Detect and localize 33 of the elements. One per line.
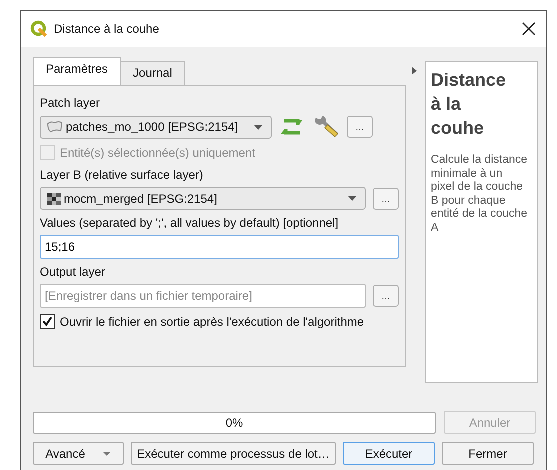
caret-icon bbox=[103, 452, 112, 456]
polygon-layer-icon bbox=[47, 121, 63, 133]
browse-button[interactable]: … bbox=[373, 188, 399, 210]
window-title: Distance à la couhe bbox=[54, 22, 160, 36]
collapse-arrow-icon[interactable] bbox=[412, 67, 417, 75]
layer-dropdown[interactable]: patches_mo_1000 [EPSG:2154] bbox=[40, 116, 272, 138]
tab[interactable]: Paramètres bbox=[33, 57, 122, 85]
browse-button[interactable]: … bbox=[347, 116, 373, 138]
output-field[interactable]: [Enregistrer dans un fichier temporaire] bbox=[40, 284, 366, 308]
dialog-button[interactable]: Exécuter bbox=[343, 442, 435, 465]
field-label: Output layer bbox=[40, 265, 106, 279]
dialog-button[interactable]: Exécuter comme processus de lot… bbox=[131, 442, 336, 465]
field-label: Patch layer bbox=[40, 96, 102, 110]
checkbox[interactable] bbox=[40, 314, 55, 329]
values-input-field[interactable]: 15;16 bbox=[40, 235, 399, 259]
wrench-icon[interactable] bbox=[312, 115, 340, 139]
help-text: Calcule la distance minimale à un pixel de la couche B pour chaque entité de la couche A bbox=[431, 154, 529, 235]
close-icon[interactable] bbox=[522, 22, 536, 36]
progress-reading: 0% bbox=[226, 416, 244, 430]
checkbox-label: Entité(s) sélectionnée(s) uniquement bbox=[60, 146, 256, 160]
browse-button[interactable]: … bbox=[373, 285, 399, 307]
caret-icon bbox=[348, 196, 357, 201]
raster-layer-icon bbox=[47, 192, 61, 204]
dialog-button[interactable]: Fermer bbox=[442, 442, 534, 465]
field-label: Layer B (relative surface layer) bbox=[40, 168, 204, 182]
layer-dropdown[interactable]: mocm_merged [EPSG:2154] bbox=[40, 187, 366, 210]
caret-icon bbox=[254, 124, 263, 130]
tab[interactable]: Journal bbox=[120, 61, 186, 85]
checkbox-label: Ouvrir le fichier en sortie après l'exécution de l'algorithme bbox=[60, 314, 364, 328]
field-label: Values (separated by ';', all values by default) [optionnel] bbox=[40, 216, 340, 230]
advanced-dropdown-button[interactable]: Avancé bbox=[33, 442, 124, 465]
help-title: Distance à la couhe bbox=[431, 69, 508, 140]
app-logo-icon bbox=[30, 20, 48, 38]
